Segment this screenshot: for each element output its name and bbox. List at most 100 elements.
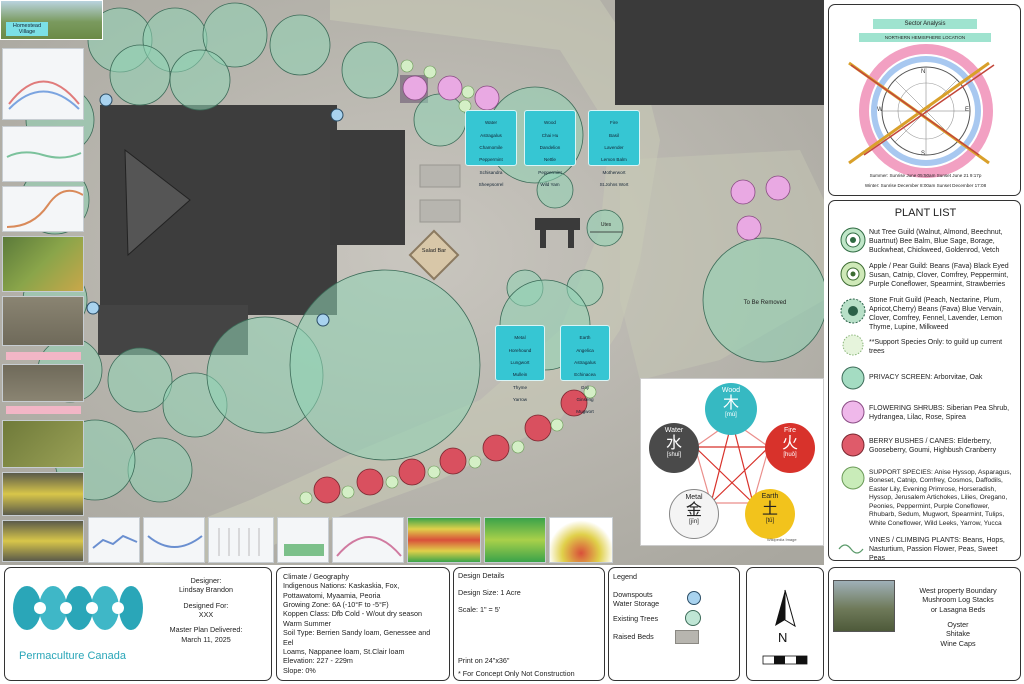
site-map: Homestead Village Salad Bar Utes To Be R…	[0, 0, 824, 565]
thumb-bottom-7	[484, 517, 546, 563]
boundary-text: West property Boundary Mushroom Log Stac…	[897, 586, 1019, 648]
legend-raised-beds: Raised Beds	[613, 632, 654, 641]
plant-item-stone-fruit: Stone Fruit Guild (Peach, Nectarine, Plu…	[869, 297, 1004, 331]
element-plant: Lemon Balm	[601, 157, 627, 163]
element-plant: Basil	[609, 132, 619, 138]
support-species-tree-icon	[842, 334, 864, 356]
existing-tree-icon	[685, 610, 701, 626]
driveway-building	[615, 0, 824, 105]
thumb-temperature	[2, 48, 84, 120]
plant-item-support-trees: **Support Species Only: to guild up curr…	[869, 339, 1003, 355]
climate-title: Climate / Geography	[283, 572, 349, 581]
element-earth-pinyin: [tǔ]	[765, 518, 775, 524]
element-plant: Thyme	[512, 384, 528, 390]
plant-item-support: SUPPORT SPECIES: Anise Hyssop, Asparagus…	[869, 469, 1012, 527]
element-earth-glyph: 土	[761, 499, 778, 518]
element-box-title: Earth	[579, 335, 591, 341]
designed-for-label: Designed For:	[183, 600, 229, 610]
thumb-parcel	[2, 420, 84, 468]
climate-line: Eel	[283, 637, 294, 647]
element-box-earth: Earth Angelica Astragalus Echinacea Goji…	[560, 325, 610, 414]
garage-roof	[330, 130, 405, 245]
element-plant: Nettle	[543, 157, 556, 163]
vine-icon	[838, 544, 864, 554]
thumb-bottom-4	[277, 517, 329, 563]
wuxing-credit: Wikipedia Image	[767, 537, 797, 542]
climate-text: Climate / Geography Indigenous Nations: …	[283, 572, 449, 675]
designer-name: Lindsay Brandon	[179, 585, 233, 595]
plant-item-flowering: FLOWERING SHRUBS: Siberian Pea Shrub, Hy…	[869, 405, 1010, 421]
legend-title: Legend	[613, 572, 637, 581]
brand-logo	[13, 586, 143, 630]
boundary-line: Oyster	[947, 620, 969, 630]
element-plant: Yarrow	[512, 397, 528, 403]
element-plant: Angelica	[576, 347, 594, 353]
design-details-title: Design Details	[458, 571, 505, 580]
climate-line: Elevation: 227 - 229m	[283, 656, 353, 666]
thumb-daylight	[2, 186, 84, 232]
element-wood: Wood 木 [mù]	[705, 383, 757, 435]
element-plant: Lungwort	[510, 359, 530, 365]
element-plant: Astragalus	[574, 359, 596, 365]
plant-item-berry: BERRY BUSHES / CANES: Elderberry, Gooseb…	[869, 438, 997, 454]
element-metal: Metal 金 [jīn]	[669, 489, 719, 539]
plant-item-apple: Apple / Pear Guild: Beans (Fava) Black E…	[869, 263, 1009, 288]
climate-line: Growing Zone: 6A (-10°F to -5°F)	[283, 600, 389, 610]
compass-e: E	[965, 107, 970, 113]
plant-item-nut: Nut Tree Guild (Walnut, Almond, Beechnut…	[869, 229, 1003, 254]
thumb-bottom-2	[143, 517, 205, 563]
element-box-wood: Wood Chai Hu Dandelion Nettle Peppermint…	[524, 110, 576, 187]
element-plant: Mullein	[512, 372, 528, 378]
element-plant: Peppermint	[479, 157, 503, 163]
design-scale: Scale: 1" = 5'	[458, 605, 501, 614]
element-water-pinyin: [shuǐ]	[666, 452, 682, 458]
bench	[535, 218, 580, 230]
boundary-line: West property Boundary	[919, 586, 997, 595]
privacy-screen-icon	[841, 366, 865, 390]
apple-pear-guild-icon	[840, 261, 866, 287]
boundary-line: Shitake	[946, 629, 970, 639]
inset-label: Homestead Village	[6, 22, 48, 37]
thumb-bottom-8	[549, 517, 613, 563]
element-metal-glyph: 金	[685, 500, 702, 519]
boundary-line: or Lasagna Beds	[930, 604, 986, 614]
climate-line: Loams, Nappanee loam, St.Clair loam	[283, 646, 405, 656]
compass-n: N	[921, 69, 926, 75]
designer-block: Designer: Lindsay Brandon Designed For: …	[145, 576, 267, 644]
designed-for: XXX	[198, 610, 214, 620]
designer-label: Designer:	[190, 576, 222, 585]
thumb-pink-bar-1	[6, 352, 81, 360]
climate-line: Indigenous Nations: Kaskaskia, Fox,	[283, 581, 400, 591]
plant-list-icons	[838, 227, 866, 554]
climate-line: Slope: 0%	[283, 665, 316, 675]
compass-s: S	[921, 151, 926, 157]
delivered-label: Master Plan Delivered:	[169, 625, 243, 635]
thumb-pink-bar-2	[6, 406, 81, 414]
element-wood-pinyin: [mù]	[725, 412, 737, 418]
element-water: Water 水 [shuǐ]	[649, 423, 699, 473]
element-wood-glyph: 木	[722, 393, 739, 412]
element-water-glyph: 水	[665, 433, 682, 452]
element-box-metal: Metal Horehound Lungwort Mullein Thyme Y…	[495, 325, 545, 402]
element-box-title: Metal	[514, 335, 526, 341]
element-metal-pinyin: [jīn]	[689, 519, 699, 525]
element-plant: Lavender	[604, 144, 624, 150]
thumb-bottom-1	[88, 517, 140, 563]
element-plant: Goji	[580, 384, 590, 390]
north-arrow-icon	[762, 589, 808, 665]
north-arrow-panel: N	[746, 567, 824, 681]
element-plant: Ginseng	[576, 397, 594, 403]
climate-line: Koppen Class: Dfb Cold - W/out dry seaso…	[283, 609, 423, 619]
design-details-panel: Design Details Design Size: 1 Acre Scale…	[453, 567, 605, 681]
element-plant: Echinacea	[574, 372, 596, 378]
element-plant: Astragalus	[480, 132, 502, 138]
element-plant: Dandelion	[539, 144, 561, 150]
salad-bar-label: Salad Bar	[421, 248, 447, 254]
element-fire: Fire 火 [huǒ]	[765, 423, 815, 473]
thumb-bottom-3	[208, 517, 274, 563]
climate-panel: Climate / Geography Indigenous Nations: …	[276, 567, 450, 681]
element-plant: Chai Hu	[541, 132, 559, 138]
element-box-title: Water	[484, 120, 498, 126]
element-box-fire: Fire Basil Lavender Lemon Balm Motherwor…	[588, 110, 640, 187]
plant-item-vines: VINES / CLIMBING PLANTS: Beans, Hops, Na…	[869, 537, 1005, 562]
